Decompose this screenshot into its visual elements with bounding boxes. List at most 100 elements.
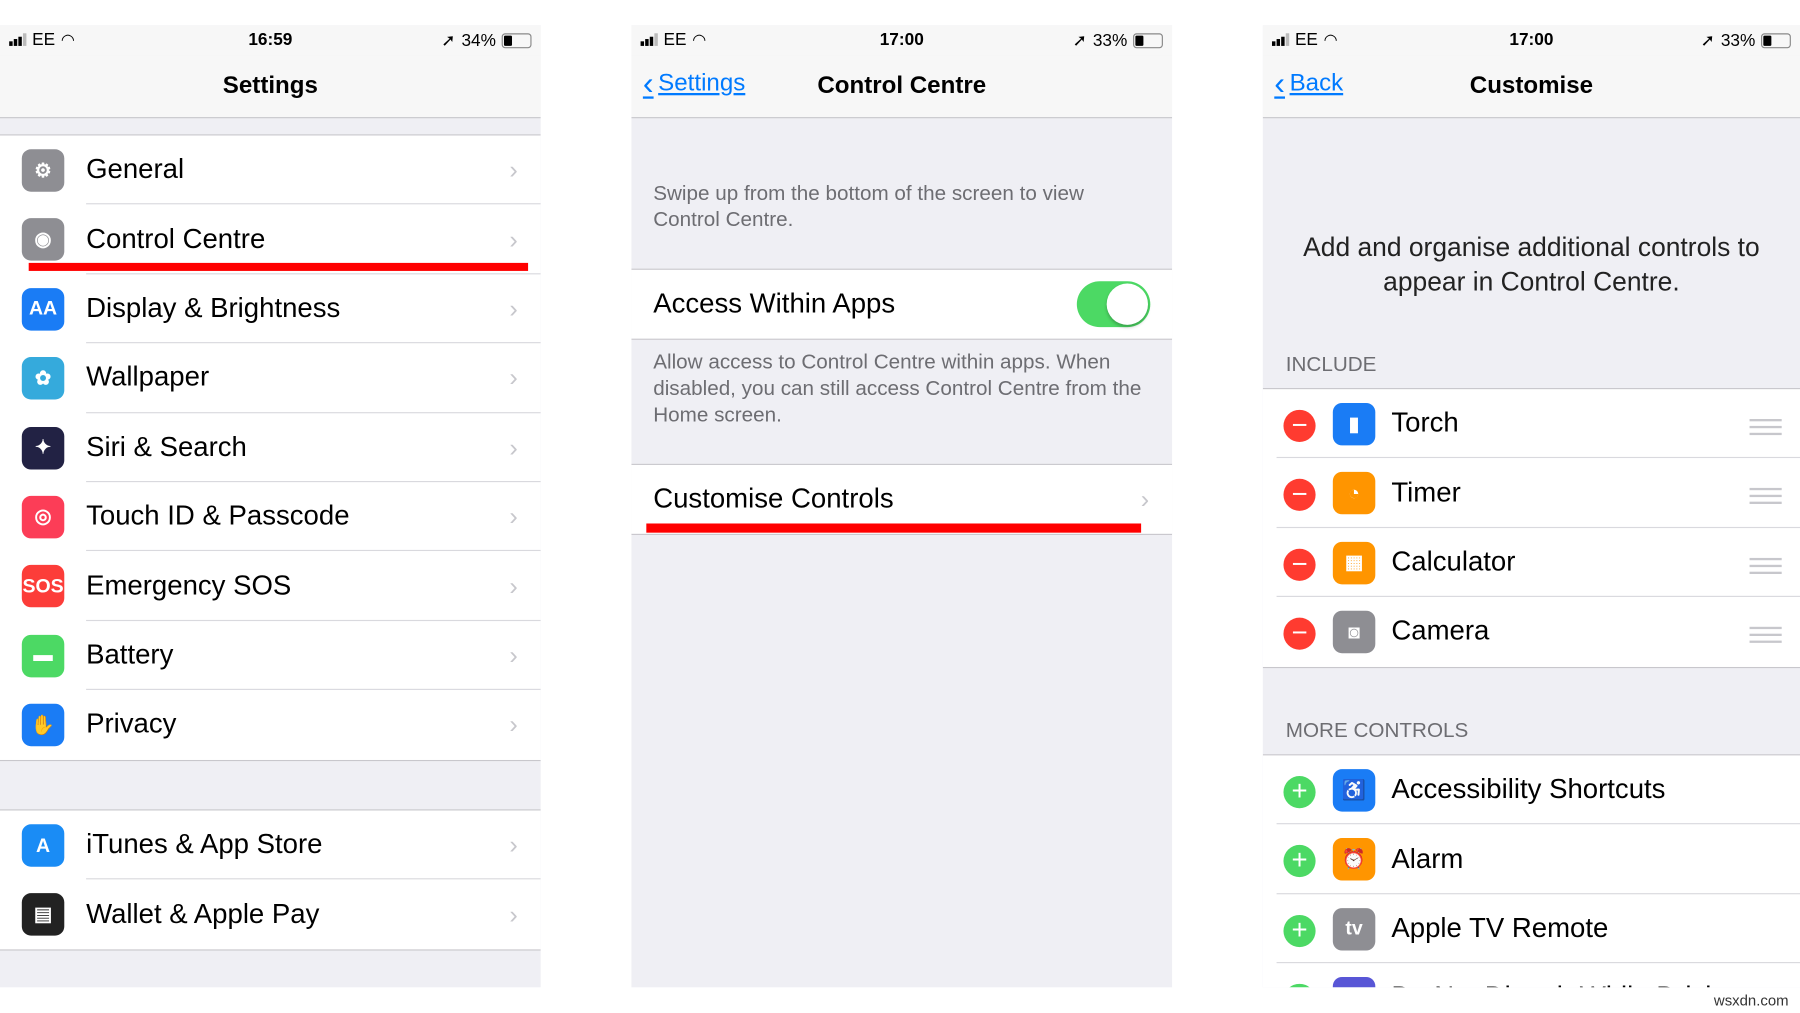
chevron-right-icon: › (509, 830, 518, 859)
settings-item-battery[interactable]: ▬ Battery › (0, 621, 541, 691)
include-header: INCLUDE (1285, 352, 1377, 376)
fingerprint-icon: ◎ (21, 495, 65, 539)
torch-icon: ▮ (1332, 402, 1376, 446)
timer-icon: ◔ (1332, 472, 1376, 515)
control-row: + ♿ Accessibility Shortcuts (1263, 755, 1800, 825)
add-button[interactable]: + (1283, 845, 1316, 878)
control-label: Camera (1391, 615, 1490, 647)
settings-item-label: Privacy (86, 708, 177, 740)
battery-percent: 34% (461, 30, 496, 50)
display-icon: AA (21, 287, 65, 331)
chevron-right-icon: › (1140, 484, 1150, 514)
wallpaper-icon: ✿ (21, 357, 65, 400)
battery-icon: ▬ (21, 634, 65, 678)
control-row: + ⏰ Alarm (1263, 825, 1800, 895)
battery-percent: 33% (1092, 30, 1128, 50)
control-row: + 🚗 Do Not Disturb While Driving (1263, 963, 1800, 988)
page-title: Settings (222, 72, 318, 99)
settings-screen: EE ◠ 16:59 ➚ 34% Settings ⚙ General › ◉ Con… (0, 25, 541, 988)
include-list: − ▮ Torch − ◔ Timer − ▦ Calculator − ◙ Camer… (1262, 388, 1800, 668)
status-bar: EE ◠ 16:59 ➚ 34% (0, 25, 541, 56)
settings-item-label: Battery (86, 639, 174, 671)
chevron-right-icon: › (509, 571, 518, 600)
app-store-icon: A (21, 824, 65, 867)
access-footer: Allow access to Control Centre within ap… (653, 350, 1142, 426)
chevron-right-icon: › (509, 899, 518, 929)
drag-handle-icon[interactable] (1749, 557, 1782, 574)
page-title: Customise (1469, 72, 1594, 99)
control-row: − ◙ Camera (1263, 597, 1800, 666)
hand-icon: ✋ (21, 703, 65, 747)
wallet-icon: ▤ (21, 893, 65, 937)
chevron-right-icon: › (509, 293, 518, 323)
customise-screen: EE ◠ 17:00 ➚ 33% ‹ Back Customise Add and … (1262, 25, 1800, 988)
chevron-right-icon: › (509, 155, 518, 184)
settings-item-emergency-sos[interactable]: SOS Emergency SOS › (0, 551, 541, 621)
remove-button[interactable]: − (1283, 479, 1316, 512)
settings-item-touch-id-passcode[interactable]: ◎ Touch ID & Passcode › (0, 482, 541, 552)
more-controls-header: MORE CONTROLS (1285, 718, 1469, 742)
drag-handle-icon[interactable] (1749, 419, 1782, 436)
nav-bar: ‹ Back Customise (1262, 55, 1800, 119)
highlight-underline (646, 523, 1142, 533)
location-icon: ➚ (1072, 30, 1088, 51)
status-bar: EE ◠ 17:00 ➚ 33% (1262, 25, 1800, 56)
chevron-right-icon: › (509, 224, 518, 254)
accessibility-icon: ♿ (1332, 769, 1376, 812)
location-icon: ➚ (441, 30, 456, 51)
chevron-right-icon: › (509, 432, 518, 462)
access-group: Access Within Apps (631, 268, 1173, 341)
location-icon: ➚ (1700, 30, 1716, 51)
control-label: Do Not Disturb While Driving (1391, 982, 1742, 987)
settings-item-itunes-app-store[interactable]: A iTunes & App Store › (0, 810, 541, 880)
access-within-apps-toggle[interactable] (1076, 281, 1151, 328)
control-label: Timer (1391, 477, 1461, 509)
drag-handle-icon[interactable] (1749, 627, 1782, 644)
highlight-underline (28, 262, 529, 271)
battery-percent: 33% (1720, 30, 1756, 50)
remove-button[interactable]: − (1283, 409, 1316, 442)
remove-button[interactable]: − (1283, 617, 1316, 650)
more-list: + ♿ Accessibility Shortcuts + ⏰ Alarm + tv … (1262, 754, 1800, 988)
control-row: − ▮ Torch (1263, 389, 1800, 459)
settings-item-wallet-apple-pay[interactable]: ▤ Wallet & Apple Pay › (0, 880, 541, 949)
settings-item-privacy[interactable]: ✋ Privacy › (0, 690, 541, 759)
settings-item-label: Control Centre (86, 223, 266, 255)
drag-handle-icon[interactable] (1749, 488, 1782, 505)
customise-controls-label: Customise Controls (653, 483, 894, 515)
gear-icon: ⚙ (21, 149, 65, 192)
chevron-right-icon: › (509, 640, 518, 670)
settings-group: ⚙ General › ◉ Control Centre › AA Display … (0, 134, 541, 761)
settings-item-wallpaper[interactable]: ✿ Wallpaper › (0, 343, 541, 413)
add-button[interactable]: + (1283, 776, 1316, 809)
settings-item-label: Display & Brightness (86, 292, 341, 324)
chevron-right-icon: › (509, 363, 518, 392)
status-bar: EE ◠ 17:00 ➚ 33% (631, 25, 1173, 56)
chevron-right-icon: › (509, 709, 518, 739)
settings-item-label: Wallet & Apple Pay (86, 898, 320, 930)
camera-icon: ◙ (1332, 610, 1376, 654)
control-centre-screen: EE ◠ 17:00 ➚ 33% ‹ Settings Control Centre… (631, 25, 1173, 988)
sos-icon: SOS (21, 565, 65, 608)
control-label: Accessibility Shortcuts (1391, 773, 1666, 805)
control-label: Alarm (1391, 843, 1464, 875)
settings-item-label: Wallpaper (86, 362, 210, 394)
control-row: + tv Apple TV Remote (1263, 894, 1800, 964)
control-row: − ▦ Calculator (1263, 528, 1800, 598)
settings-item-label: General (86, 154, 185, 186)
control-row: − ◔ Timer (1263, 459, 1800, 528)
apple-tv-icon: tv (1332, 907, 1376, 951)
control-label: Apple TV Remote (1391, 912, 1609, 944)
access-within-apps-row: Access Within Apps (631, 270, 1172, 339)
settings-item-general[interactable]: ⚙ General › (0, 135, 541, 205)
settings-item-siri-search[interactable]: ✦ Siri & Search › (0, 413, 541, 483)
settings-item-label: Emergency SOS (86, 570, 292, 602)
intro-text: Swipe up from the bottom of the screen t… (653, 181, 1084, 231)
settings-item-display-brightness[interactable]: AA Display & Brightness › (0, 274, 541, 344)
add-button[interactable]: + (1283, 984, 1316, 988)
alarm-icon: ⏰ (1332, 838, 1376, 881)
remove-button[interactable]: − (1283, 548, 1316, 581)
settings-item-label: Touch ID & Passcode (86, 500, 350, 532)
add-button[interactable]: + (1283, 914, 1316, 947)
control-label: Torch (1391, 407, 1459, 439)
